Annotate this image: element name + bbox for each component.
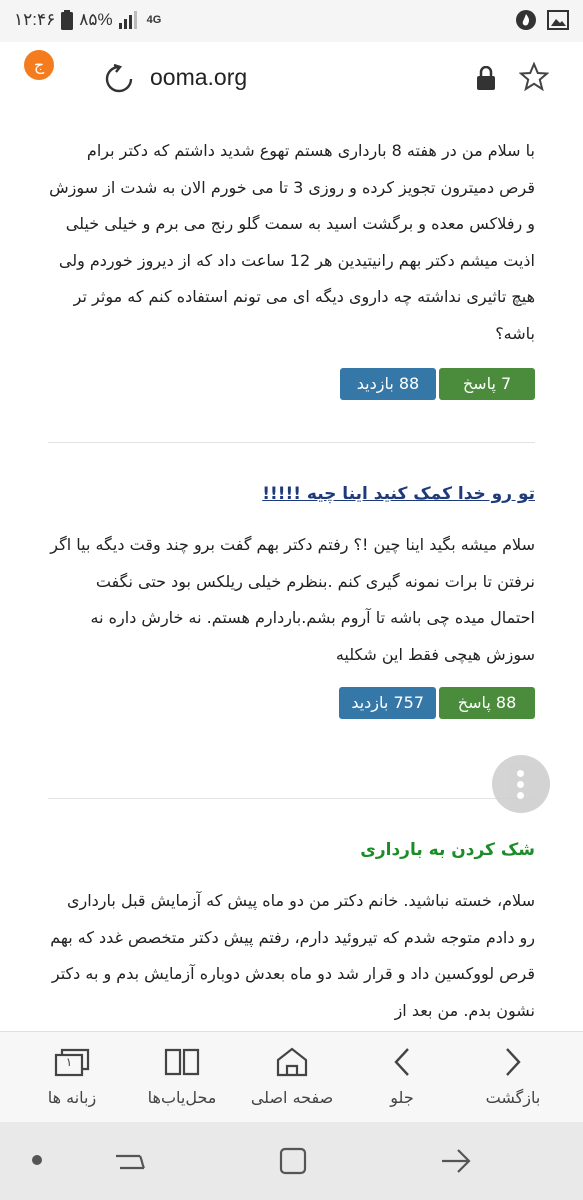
home-square-icon[interactable] <box>278 1146 308 1176</box>
reload-icon[interactable] <box>104 64 134 94</box>
post-card: تو رو خدا کمک کنید اینا چیه !!!!! سلام م… <box>48 481 535 719</box>
bottom-nav: بازگشت جلو صفحه اصلی محل‌یاب‌ها ۱ زبانه … <box>0 1031 583 1123</box>
battery-icon <box>61 10 74 30</box>
battery-percent: ۸۵% <box>79 10 113 29</box>
post-body: سلام، خسته نباشید. خانم دکتر من دو ماه پ… <box>50 891 535 1020</box>
post-card: شک کردن به بارداری سلام، خسته نباشید. خا… <box>48 837 535 1029</box>
post-title-link[interactable]: شک کردن به بارداری <box>48 837 535 863</box>
nav-tabs-label: زبانه ها <box>47 1088 97 1107</box>
nav-back-button[interactable]: بازگشت <box>463 1032 563 1123</box>
status-right <box>515 9 569 31</box>
lock-icon[interactable] <box>476 66 496 90</box>
dot-icon[interactable] <box>31 1154 43 1166</box>
divider <box>48 442 535 443</box>
nav-bookmarks-button[interactable]: محل‌یاب‌ها <box>132 1032 232 1123</box>
clock: ۱۲:۴۶ <box>14 10 56 29</box>
views-badge: 88 بازدید <box>340 368 436 400</box>
nav-forward-button[interactable]: جلو <box>352 1032 452 1123</box>
gallery-icon <box>547 10 569 30</box>
views-badge: 757 بازدید <box>339 687 436 719</box>
network-type: 4G <box>146 14 162 26</box>
nav-home-label: صفحه اصلی <box>250 1088 334 1107</box>
tabs-count: ۱ <box>65 1055 73 1069</box>
star-icon[interactable] <box>519 62 549 92</box>
status-bar: ۱۲:۴۶ ۸۵% 4G <box>0 0 583 42</box>
nav-bookmarks-label: محل‌یاب‌ها <box>147 1088 217 1107</box>
status-left: ۱۲:۴۶ ۸۵% 4G <box>14 10 161 30</box>
back-arrow-icon[interactable] <box>440 1146 472 1176</box>
dot <box>517 792 524 799</box>
nav-home-button[interactable]: صفحه اصلی <box>242 1032 342 1123</box>
post-stats: 88 پاسخ 757 بازدید <box>48 687 535 719</box>
home-icon <box>276 1047 308 1077</box>
post-title-link[interactable]: تو رو خدا کمک کنید اینا چیه !!!!! <box>48 481 535 507</box>
content-area: با سلام من در هفته 8 بارداری هستم تهوع ش… <box>0 116 583 1031</box>
chevron-left-icon <box>394 1048 409 1076</box>
dot <box>517 781 524 788</box>
system-nav <box>0 1122 583 1200</box>
bookmarks-icon <box>164 1048 200 1076</box>
tab-badge[interactable]: ج <box>24 50 54 80</box>
divider <box>48 798 535 799</box>
signal-icon <box>118 11 137 29</box>
nav-tabs-button[interactable]: ۱ زبانه ها <box>22 1032 122 1123</box>
fire-icon <box>516 10 536 30</box>
nav-forward-label: جلو <box>390 1088 414 1107</box>
more-options-button[interactable] <box>492 755 550 813</box>
post-stats: 7 پاسخ 88 بازدید <box>48 368 535 400</box>
post-body: با سلام من در هفته 8 بارداری هستم تهوع ش… <box>49 141 535 343</box>
chevron-right-icon <box>506 1048 521 1076</box>
recents-icon[interactable] <box>114 1146 146 1176</box>
post-body: سلام میشه بگید اینا چین !؟ رفتم دکتر بهم… <box>50 535 535 664</box>
url-field[interactable]: ooma.org <box>150 64 247 91</box>
post-card: با سلام من در هفته 8 بارداری هستم تهوع ش… <box>48 133 535 400</box>
replies-badge[interactable]: 88 پاسخ <box>439 687 535 719</box>
dot <box>517 770 524 777</box>
replies-badge[interactable]: 7 پاسخ <box>439 368 535 400</box>
nav-back-label: بازگشت <box>485 1088 541 1107</box>
